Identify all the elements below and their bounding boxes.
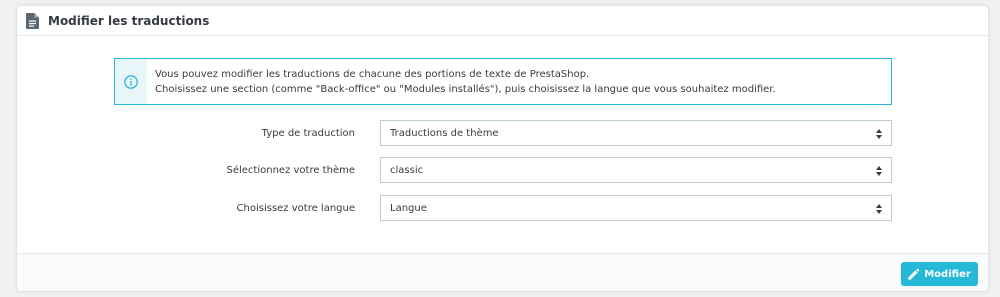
- modify-button-label: Modifier: [924, 268, 971, 280]
- language-select[interactable]: Langue: [380, 195, 892, 221]
- modify-button[interactable]: Modifier: [901, 262, 978, 286]
- translation-type-select[interactable]: Traductions de thème: [380, 120, 892, 146]
- select-arrows-icon: [876, 129, 882, 139]
- language-value: Langue: [390, 202, 427, 214]
- theme-value: classic: [390, 164, 424, 176]
- alert-line-2: Choisissez une section (comme "Back-offi…: [155, 83, 776, 95]
- translation-type-label: Type de traduction: [261, 127, 355, 139]
- panel-heading: Modifier les traductions: [17, 6, 988, 36]
- theme-label: Sélectionnez votre thème: [226, 164, 356, 176]
- info-alert: Vous pouvez modifier les traductions de …: [114, 58, 892, 105]
- translations-panel: Modifier les traductions Vous pouvez mod…: [16, 5, 989, 292]
- panel-title: Modifier les traductions: [48, 13, 210, 28]
- pencil-icon: [908, 268, 920, 280]
- form-row-language: Choisissez votre langue Langue: [17, 195, 988, 221]
- panel-footer: Modifier: [17, 253, 988, 291]
- language-label: Choisissez votre langue: [236, 202, 355, 214]
- alert-text: Vous pouvez modifier les traductions de …: [147, 67, 776, 97]
- info-icon: [115, 59, 147, 104]
- translation-type-value: Traductions de thème: [390, 127, 499, 139]
- form-row-theme: Sélectionnez votre thème classic: [17, 157, 988, 183]
- select-arrows-icon: [876, 166, 882, 176]
- document-icon: [26, 12, 39, 29]
- theme-select[interactable]: classic: [380, 157, 892, 183]
- alert-line-1: Vous pouvez modifier les traductions de …: [155, 68, 590, 80]
- form-row-translation-type: Type de traduction Traductions de thème: [17, 120, 988, 146]
- select-arrows-icon: [876, 204, 882, 214]
